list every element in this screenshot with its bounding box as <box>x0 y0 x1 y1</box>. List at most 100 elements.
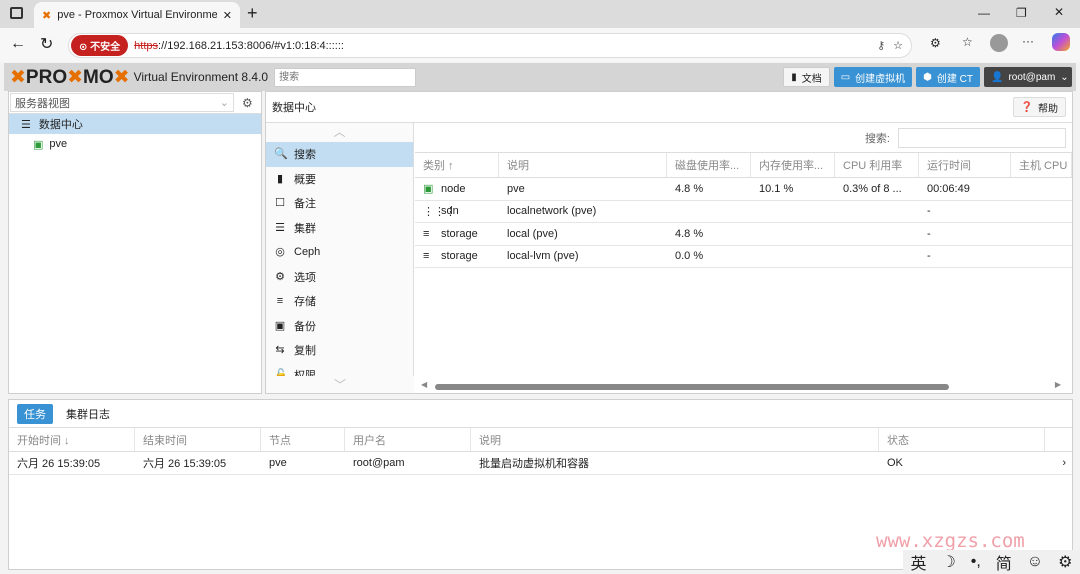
table-row[interactable]: ≡ storage local-lvm (pve) 0.0 % - <box>415 246 1072 268</box>
cell-cpu <box>835 223 919 245</box>
horizontal-scrollbar[interactable]: ◀ ▶ <box>421 380 1061 391</box>
column-header[interactable]: 说明 <box>499 153 667 177</box>
bookmark-star-icon[interactable]: ☆ <box>893 39 903 52</box>
tree-item-pve[interactable]: ▣ pve <box>9 134 261 154</box>
product-version: Virtual Environment 8.4.0 <box>133 70 269 84</box>
column-header[interactable]: 主机 CPU <box>1011 153 1072 177</box>
node-online-icon: ▣ <box>33 138 44 151</box>
column-header[interactable]: 状态 <box>879 428 1045 451</box>
minimize-icon[interactable]: — <box>978 6 990 20</box>
restore-icon[interactable]: ❐ <box>1016 6 1027 20</box>
grid-search-input[interactable] <box>898 127 1066 148</box>
nav-label: 概要 <box>294 173 316 186</box>
cell-type: ⋮⋮⋮ sdn <box>423 205 459 218</box>
favorites-icon[interactable]: ☆ <box>962 35 973 49</box>
ime-item[interactable]: ☺ <box>1027 553 1043 571</box>
column-header[interactable]: 类别 ↑ <box>415 153 499 177</box>
column-header[interactable]: 内存使用率... <box>751 153 835 177</box>
profile-avatar[interactable] <box>990 34 1008 52</box>
chevron-right-icon[interactable]: › <box>1054 452 1072 474</box>
more-icon[interactable]: ··· <box>1022 34 1034 48</box>
nav-label: 存储 <box>294 296 316 309</box>
user-menu-button[interactable]: 👤 root@pam ⌄ <box>984 67 1072 87</box>
column-header[interactable]: 节点 <box>261 428 345 451</box>
column-header[interactable]: 开始时间 ↓ <box>9 428 135 451</box>
docs-button[interactable]: ▮ 文档 <box>783 67 830 87</box>
nav-item-7[interactable]: ▣ 备份 <box>266 314 413 339</box>
nav-item-0[interactable]: 🔍 搜索 <box>266 142 413 167</box>
tree-item-datacenter[interactable]: ☰ 数据中心 <box>9 114 261 134</box>
url-input[interactable]: ⊙ 不安全 https ://192.168.21.153:8006/#v1:0… <box>68 33 912 58</box>
table-row[interactable]: ▣ node pve 4.8 % 10.1 % 0.3% of 8 ... 00:06:49 <box>415 178 1072 201</box>
ime-item[interactable]: ⚙ <box>1058 552 1072 572</box>
nav-item-8[interactable]: ⇆ 复制 <box>266 338 413 363</box>
scroll-down-icon[interactable]: ﹀ <box>266 376 414 393</box>
ime-item[interactable]: 英 <box>910 550 926 574</box>
tab-title: pve - Proxmox Virtual Environmen <box>57 9 217 21</box>
ceph-icon: ◎ <box>275 246 285 259</box>
extensions-icon[interactable]: ⚙ <box>930 36 941 50</box>
column-header[interactable]: 说明 <box>471 428 879 451</box>
cell-uptime: 00:06:49 <box>927 182 970 195</box>
reload-icon[interactable]: ↻ <box>40 34 53 54</box>
global-search-input[interactable] <box>274 67 417 87</box>
nav-label: 备份 <box>294 320 316 333</box>
nav-item-1[interactable]: ▮ 概要 <box>266 167 413 192</box>
table-row[interactable]: ≡ storage local (pve) 4.8 % - <box>415 223 1072 246</box>
user-icon: 👤 <box>991 71 1004 83</box>
close-tab-icon[interactable]: ✕ <box>223 9 232 22</box>
tab-tasks[interactable]: 任务 <box>17 403 53 424</box>
cell-desc: localnetwork (pve) <box>507 205 597 218</box>
nav-item-4[interactable]: ◎ Ceph <box>266 240 413 265</box>
copilot-icon[interactable] <box>1052 33 1070 51</box>
cell-desc: local (pve) <box>507 227 558 240</box>
cell-disk: 4.8 % <box>675 182 704 195</box>
column-header[interactable]: 磁盘使用率... <box>667 153 751 177</box>
create-vm-button[interactable]: ▭ 创建虚拟机 <box>833 67 913 87</box>
browser-tab[interactable]: ✖ pve - Proxmox Virtual Environmen ✕ <box>34 2 240 28</box>
view-selector[interactable]: 服务器视图 ⌄ <box>10 93 234 112</box>
sidebar-toggle-icon[interactable] <box>10 7 23 19</box>
back-icon[interactable]: ← <box>10 35 26 53</box>
task-row[interactable]: 六月 26 15:39:05 六月 26 15:39:05 pve root@pam 批… <box>9 452 1072 475</box>
tab-cluster-log[interactable]: 集群日志 <box>59 404 117 424</box>
create-ct-button[interactable]: ⬢ 创建 CT <box>916 67 980 87</box>
cell-cpu <box>835 246 919 268</box>
gear-icon[interactable]: ⚙ <box>242 96 253 110</box>
cell-status: OK <box>887 456 903 469</box>
cell-disk <box>667 201 751 223</box>
column-header[interactable]: CPU 利用率 <box>835 153 919 177</box>
storage-icon: ≡ <box>423 250 430 263</box>
ime-item[interactable]: ☽ <box>941 552 955 572</box>
scroll-up-icon[interactable]: ︿ <box>266 123 413 142</box>
close-window-icon[interactable]: ✕ <box>1054 5 1064 19</box>
ime-item[interactable]: •, <box>971 553 981 571</box>
help-button[interactable]: ❓ 帮助 <box>1012 97 1066 117</box>
node-icon: ▣ <box>423 183 434 196</box>
cell-uptime: - <box>927 205 931 218</box>
nav-item-5[interactable]: ⚙ 选项 <box>266 265 413 290</box>
nav-item-3[interactable]: ☰ 集群 <box>266 216 413 241</box>
cell-cpu: 0.3% of 8 ... <box>843 182 902 195</box>
cell-desc: local-lvm (pve) <box>507 250 579 263</box>
key-icon[interactable]: ⚷ <box>877 39 885 52</box>
nav-item-2[interactable]: ☐ 备注 <box>266 191 413 216</box>
not-secure-badge[interactable]: ⊙ 不安全 <box>71 35 129 56</box>
cell-user: root@pam <box>353 456 405 469</box>
cell-mem <box>751 246 835 268</box>
nav-label: 备注 <box>294 198 316 211</box>
ime-item[interactable]: 简 <box>996 550 1012 574</box>
cell-mem <box>751 223 835 245</box>
table-row[interactable]: ⋮⋮⋮ sdn localnetwork (pve) - <box>415 201 1072 223</box>
new-tab-icon[interactable]: + <box>247 3 258 24</box>
column-header[interactable]: 运行时间 <box>919 153 1011 177</box>
nav-item-6[interactable]: ≡ 存储 <box>266 289 413 314</box>
cell-mem <box>751 201 835 223</box>
search-label: 搜索: <box>864 132 890 145</box>
watermark: www.xzgzs.com <box>876 530 1025 552</box>
pve-header: ✖PRO✖MO✖ Virtual Environment 8.4.0 ▮文档 ▭… <box>4 63 1076 91</box>
cell-type: ≡ storage <box>423 250 478 263</box>
column-header[interactable]: 结束时间 <box>135 428 261 451</box>
book-icon: ▮ <box>791 71 797 83</box>
column-header[interactable]: 用户名 <box>345 428 471 451</box>
